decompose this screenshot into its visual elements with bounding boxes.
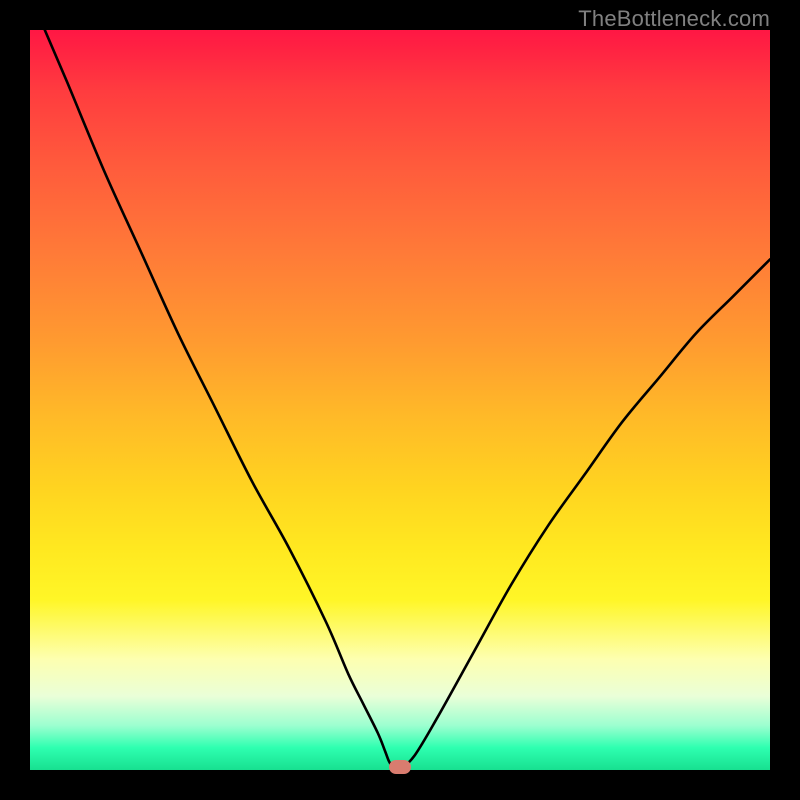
chart-frame: TheBottleneck.com: [0, 0, 800, 800]
plot-area: [30, 30, 770, 770]
curve-minimum-marker: [389, 760, 411, 774]
watermark-text: TheBottleneck.com: [578, 6, 770, 32]
bottleneck-curve: [30, 30, 770, 770]
